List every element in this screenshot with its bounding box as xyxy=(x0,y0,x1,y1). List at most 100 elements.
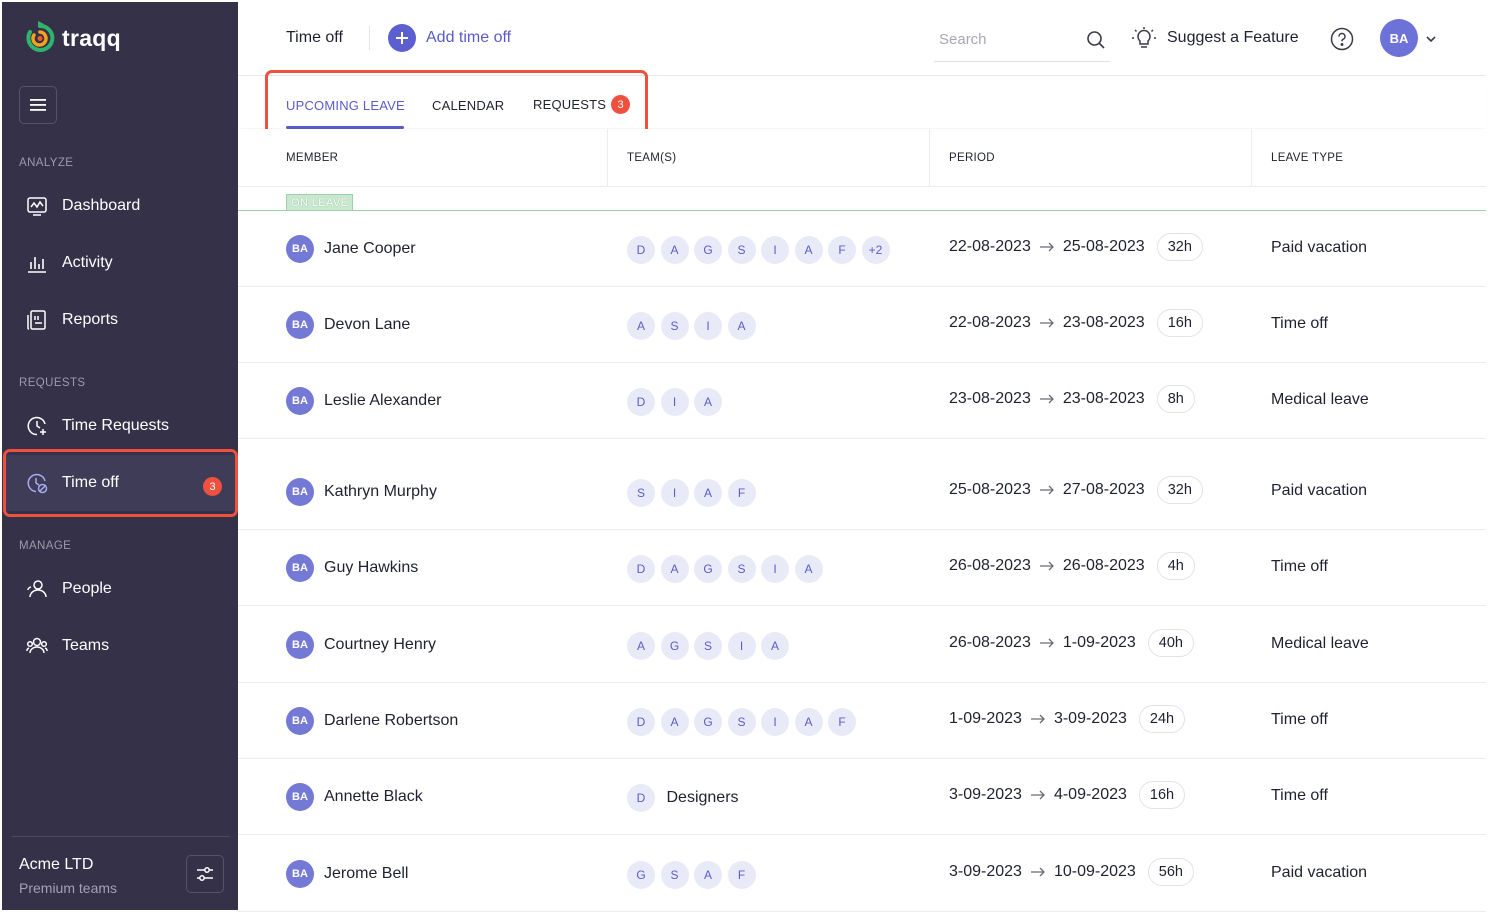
table-row[interactable]: BA Kathryn Murphy S I A F 25-08-2023 27-08-2023… xyxy=(238,454,1486,530)
sidebar-item-activity[interactable]: Activity xyxy=(4,235,236,291)
table-row[interactable]: BA Guy Hawkins D A G S I A 26-08-2023 26-08-2023 4… xyxy=(238,530,1486,606)
sidebar-item-dashboard[interactable]: Dashboard xyxy=(4,178,236,234)
team-chip[interactable]: I xyxy=(761,708,789,736)
column-header-leave-type[interactable]: LEAVE TYPE xyxy=(1271,129,1343,187)
table-row[interactable]: BA Jerome Bell G S A F 3-09-2023 10-09-2023 56h P… xyxy=(238,836,1486,912)
team-chip[interactable]: F xyxy=(727,479,756,507)
table-row[interactable]: BA Jane Cooper D A G S I A F +2 22-08-2023 25-08-20… xyxy=(238,211,1486,287)
team-chip[interactable]: A xyxy=(694,861,722,889)
period-cell: 22-08-2023 23-08-2023 16h xyxy=(949,309,1203,337)
people-icon xyxy=(26,578,48,600)
team-chip[interactable]: I xyxy=(660,479,689,507)
team-chip[interactable]: A xyxy=(660,236,689,264)
team-chip[interactable]: S xyxy=(727,708,756,736)
period-end: 1-09-2023 xyxy=(1062,634,1136,651)
table-row[interactable]: BA Annette Black D Designers 3-09-2023 4-09-2… xyxy=(238,759,1486,835)
team-chip[interactable]: I xyxy=(761,555,789,583)
member-cell[interactable]: BA Leslie Alexander xyxy=(286,387,441,415)
table-row[interactable]: BA Courtney Henry A G S I A 26-08-2023 1-09-2023… xyxy=(238,607,1486,683)
team-chip[interactable]: A xyxy=(660,708,689,736)
team-chip[interactable]: I xyxy=(727,632,756,660)
hamburger-icon xyxy=(30,99,46,111)
member-cell[interactable]: BA Devon Lane xyxy=(286,311,410,339)
logo[interactable]: traqq xyxy=(24,20,121,56)
team-chip[interactable]: A xyxy=(627,632,655,660)
member-cell[interactable]: BA Kathryn Murphy xyxy=(286,478,437,506)
team-chip[interactable]: G xyxy=(694,708,722,736)
team-chip[interactable]: I xyxy=(660,388,689,416)
team-chip[interactable]: D xyxy=(627,555,655,583)
period-end: 25-08-2023 xyxy=(1062,238,1145,255)
team-chip[interactable]: S xyxy=(727,555,756,583)
menu-toggle-button[interactable] xyxy=(19,86,57,124)
table-row[interactable]: BA Leslie Alexander D I A 23-08-2023 23-08-202… xyxy=(238,363,1486,439)
team-chip[interactable]: D xyxy=(627,784,655,812)
team-chip[interactable]: S xyxy=(660,861,689,889)
column-header-period[interactable]: PERIOD xyxy=(949,129,995,187)
team-chip[interactable]: G xyxy=(660,632,689,660)
team-chip[interactable]: G xyxy=(627,861,655,889)
period-start: 3-09-2023 xyxy=(949,786,1022,803)
member-cell[interactable]: BA Darlene Robertson xyxy=(286,707,458,735)
team-chip[interactable]: +2 xyxy=(861,236,890,264)
search-icon[interactable] xyxy=(1086,30,1106,50)
member-cell[interactable]: BA Jane Cooper xyxy=(286,235,416,263)
table-row[interactable]: BA Darlene Robertson D A G S I A F 1-09-2023 3-09-… xyxy=(238,683,1486,759)
suggest-feature-button[interactable]: Suggest a Feature xyxy=(1131,25,1299,51)
period-end: 3-09-2023 xyxy=(1053,710,1127,727)
user-avatar[interactable]: BA xyxy=(1380,19,1418,57)
team-chip[interactable]: A xyxy=(727,312,756,340)
sidebar-item-people[interactable]: People xyxy=(4,561,236,617)
arrow-right-icon xyxy=(1039,561,1055,571)
team-chip[interactable]: G xyxy=(694,555,722,583)
team-chip[interactable]: I xyxy=(694,312,722,340)
column-header-member[interactable]: MEMBER xyxy=(286,129,338,187)
add-time-off-button[interactable]: Add time off xyxy=(388,24,511,52)
org-settings-button[interactable] xyxy=(186,855,224,893)
team-chip[interactable]: D xyxy=(627,388,655,416)
team-chip[interactable]: D xyxy=(627,708,655,736)
team-chip[interactable]: F xyxy=(828,708,856,736)
hours-badge: 16h xyxy=(1156,309,1203,337)
sidebar-item-teams[interactable]: Teams xyxy=(4,618,236,674)
team-chip[interactable]: A xyxy=(627,312,655,340)
team-chip[interactable]: S xyxy=(660,312,689,340)
sidebar-item-reports[interactable]: Reports xyxy=(4,292,236,348)
member-cell[interactable]: BA Guy Hawkins xyxy=(286,554,418,582)
search-input[interactable] xyxy=(939,31,1069,48)
team-chip[interactable]: I xyxy=(761,236,789,264)
member-name: Annette Black xyxy=(324,788,423,805)
team-chip[interactable]: A xyxy=(794,236,823,264)
team-chip[interactable]: S xyxy=(727,236,756,264)
sidebar-item-label: Dashboard xyxy=(62,197,141,214)
table-row[interactable]: BA Devon Lane A S I A 22-08-2023 23-08-2023 16h T… xyxy=(238,287,1486,363)
team-chip[interactable]: G xyxy=(694,236,722,264)
team-chip[interactable]: A xyxy=(794,708,823,736)
column-divider xyxy=(607,129,608,187)
team-chip[interactable]: D xyxy=(627,236,655,264)
team-chip[interactable]: A xyxy=(694,388,722,416)
team-chip[interactable]: A xyxy=(660,555,689,583)
hours-badge: 8h xyxy=(1156,385,1195,413)
hours-badge: 40h xyxy=(1147,629,1194,657)
member-cell[interactable]: BA Annette Black xyxy=(286,783,423,811)
team-chip[interactable]: F xyxy=(828,236,856,264)
member-cell[interactable]: BA Jerome Bell xyxy=(286,860,408,888)
sidebar-item-label: People xyxy=(62,580,112,597)
team-chip[interactable]: S xyxy=(694,632,722,660)
team-chip[interactable]: F xyxy=(727,861,756,889)
member-name: Leslie Alexander xyxy=(324,392,442,409)
period-cell: 26-08-2023 26-08-2023 4h xyxy=(949,552,1195,580)
member-cell[interactable]: BA Courtney Henry xyxy=(286,631,436,659)
team-chip[interactable]: S xyxy=(627,479,655,507)
column-header-teams[interactable]: TEAM(S) xyxy=(627,129,676,187)
team-chip[interactable]: A xyxy=(694,479,722,507)
chevron-down-icon[interactable] xyxy=(1424,32,1438,46)
team-chip[interactable]: A xyxy=(794,555,823,583)
help-icon[interactable] xyxy=(1330,27,1354,51)
activity-icon xyxy=(26,252,48,274)
leave-type: Time off xyxy=(1271,315,1328,332)
arrow-right-icon xyxy=(1030,790,1046,800)
sidebar-item-time-requests[interactable]: Time Requests xyxy=(4,398,236,454)
team-chip[interactable]: A xyxy=(761,632,789,660)
